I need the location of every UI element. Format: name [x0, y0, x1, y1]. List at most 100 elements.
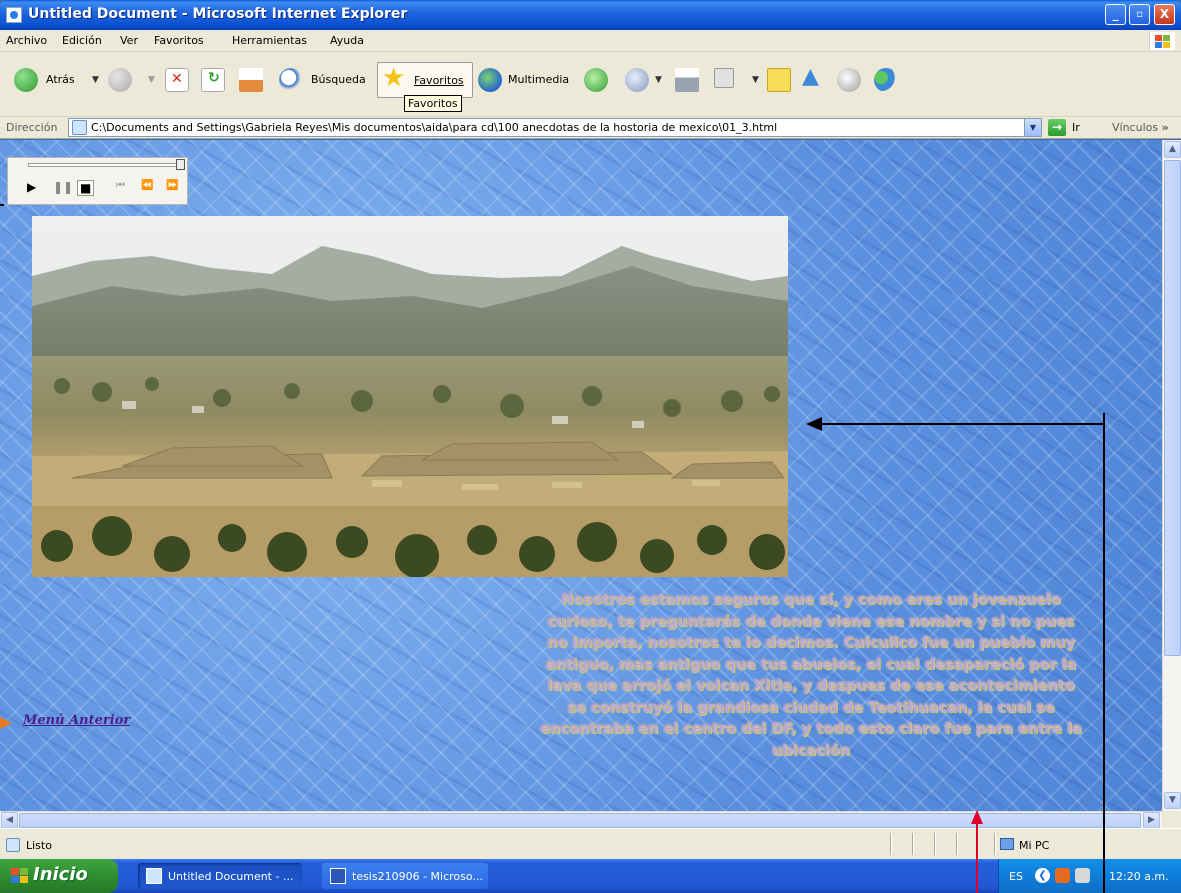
edit-dropdown-icon[interactable]: ▼ — [752, 75, 759, 85]
page-status-icon — [6, 838, 20, 852]
home-button[interactable] — [237, 62, 267, 98]
menu-bar: Archivo Edición Ver Favoritos Herramient… — [0, 30, 1181, 52]
forward-button[interactable]: ▼ — [108, 62, 156, 98]
search-button[interactable]: Búsqueda — [279, 62, 371, 98]
links-toolbar[interactable]: Vínculos » — [1112, 121, 1169, 134]
status-bar: Listo Mi PC — [0, 828, 1181, 859]
back-dropdown-icon[interactable]: ▼ — [92, 75, 99, 85]
scroll-up-icon[interactable]: ▲ — [1164, 141, 1181, 158]
history-button[interactable] — [584, 62, 610, 98]
address-input[interactable]: C:\Documents and Settings\Gabriela Reyes… — [68, 118, 1042, 137]
language-indicator[interactable]: ES — [1009, 870, 1023, 883]
horizontal-scroll-thumb[interactable] — [19, 813, 1141, 828]
messenger-chat-button[interactable] — [835, 62, 863, 98]
forward-dropdown-icon[interactable]: ▼ — [148, 75, 155, 85]
multimedia-button[interactable]: Multimedia — [478, 62, 578, 98]
seek-thumb[interactable] — [176, 159, 185, 170]
ie-task-icon — [146, 868, 162, 884]
scroll-left-icon[interactable]: ◀ — [1, 812, 18, 829]
address-url: C:\Documents and Settings\Gabriela Reyes… — [91, 121, 778, 134]
menu-favoritos[interactable]: Favoritos — [154, 34, 204, 47]
mail-dropdown-icon[interactable]: ▼ — [655, 75, 662, 85]
scroll-corner — [1162, 811, 1181, 828]
story-text: Nosotros estamos seguros que sí, y como … — [540, 592, 1082, 759]
word-task-icon — [330, 868, 346, 884]
print-icon — [675, 68, 699, 92]
taskbar-item-ie[interactable]: Untitled Document - ... — [138, 863, 302, 889]
favorites-tooltip: Favoritos — [404, 95, 462, 112]
go-button[interactable]: Ir — [1072, 121, 1080, 134]
scroll-down-icon[interactable]: ▼ — [1164, 792, 1181, 809]
search-label: Búsqueda — [311, 73, 366, 86]
my-computer-icon — [1000, 838, 1014, 850]
minimize-button[interactable]: _ — [1105, 4, 1126, 25]
taskbar-item-ie-label: Untitled Document - ... — [168, 870, 294, 883]
start-label: Inicio — [33, 864, 88, 885]
title-bar[interactable]: Untitled Document - Microsoft Internet E… — [0, 0, 1181, 30]
vertical-scroll-thumb[interactable] — [1164, 160, 1181, 656]
system-tray: ES ❮ 12:20 a.m. — [998, 859, 1181, 893]
zone-text: Mi PC — [1019, 839, 1050, 852]
research-icon: ▲ — [802, 64, 819, 89]
tray-expand-icon[interactable]: ❮ — [1035, 868, 1050, 883]
links-chevron-icon[interactable]: » — [1162, 121, 1169, 134]
security-alert-icon[interactable] — [1075, 868, 1090, 883]
address-dropdown-icon[interactable]: ▼ — [1024, 119, 1041, 136]
edit-icon — [714, 68, 734, 88]
media-player: ▶ ❚❚ ■ ⏮ ⏪ ⏩ — [7, 157, 188, 205]
mail-button[interactable]: ▼ — [625, 62, 669, 98]
menu-ayuda[interactable]: Ayuda — [330, 34, 364, 47]
stop-x-icon: ✕ — [171, 71, 183, 87]
history-icon — [584, 68, 608, 92]
messenger-button[interactable] — [872, 62, 900, 98]
fast-forward-icon[interactable]: ⏩ — [166, 180, 178, 191]
status-separator — [890, 833, 891, 855]
go-arrow-icon[interactable]: → — [1048, 119, 1066, 136]
note-icon — [767, 68, 791, 92]
pause-icon[interactable]: ❚❚ — [53, 180, 73, 194]
favorites-button[interactable]: ★ Favoritos — [377, 62, 473, 98]
mail-icon — [625, 68, 649, 92]
maximize-button[interactable]: ▫ — [1129, 4, 1150, 25]
rewind-icon[interactable]: ⏪ — [141, 180, 153, 191]
search-icon — [279, 68, 303, 92]
menu-ver[interactable]: Ver — [120, 34, 138, 47]
status-separator — [912, 833, 913, 855]
menu-archivo[interactable]: Archivo — [6, 34, 47, 47]
menu-anterior-link[interactable]: Menú Anterior — [23, 713, 130, 728]
standard-toolbar: Atrás ▼ ▼ ✕ ↻ Búsqueda ★ Favoritos Multi — [0, 52, 1181, 117]
menu-edicion[interactable]: Edición — [62, 34, 102, 47]
windows-logo-icon — [1149, 32, 1175, 50]
forward-arrow-icon — [108, 68, 132, 92]
previous-track-icon[interactable]: ⏮ — [116, 180, 125, 191]
print-button[interactable] — [673, 62, 701, 98]
page-icon — [72, 120, 87, 135]
back-button[interactable]: Atrás ▼ — [14, 62, 102, 98]
stop-playback-icon[interactable]: ■ — [77, 180, 95, 196]
menu-herramientas[interactable]: Herramientas — [232, 34, 307, 47]
horizontal-scrollbar[interactable]: ◀ ▶ — [0, 811, 1162, 829]
stop-button[interactable]: ✕ — [164, 62, 190, 98]
play-icon[interactable]: ▶ — [27, 180, 36, 194]
scroll-right-icon[interactable]: ▶ — [1143, 812, 1160, 829]
vertical-scrollbar[interactable]: ▲ ▼ — [1162, 140, 1181, 811]
seek-bar[interactable] — [28, 163, 180, 167]
taskbar-item-word[interactable]: tesis210906 - Microso... — [322, 863, 488, 889]
messenger-buddies-icon — [874, 68, 898, 92]
page-content: ▶ ❚❚ ■ ⏮ ⏪ ⏩ Menú Anterior Nosotros esta… — [0, 140, 1162, 811]
discuss-button[interactable] — [765, 62, 793, 98]
windows-flag-icon — [11, 868, 29, 884]
multimedia-label: Multimedia — [508, 73, 570, 86]
favorites-label: Favoritos — [414, 74, 464, 87]
research-button[interactable]: ▲ — [800, 62, 828, 98]
clock[interactable]: 12:20 a.m. — [1109, 870, 1169, 883]
edit-button[interactable]: ▼ — [712, 62, 760, 98]
close-button[interactable]: X — [1154, 4, 1175, 25]
favorites-star-icon: ★ — [382, 63, 406, 93]
multimedia-globe-icon — [478, 68, 502, 92]
status-text: Listo — [26, 839, 52, 852]
back-label: Atrás — [46, 73, 75, 86]
start-button[interactable]: Inicio — [0, 859, 118, 893]
network-error-icon[interactable] — [1055, 868, 1070, 883]
refresh-button[interactable]: ↻ — [200, 62, 226, 98]
